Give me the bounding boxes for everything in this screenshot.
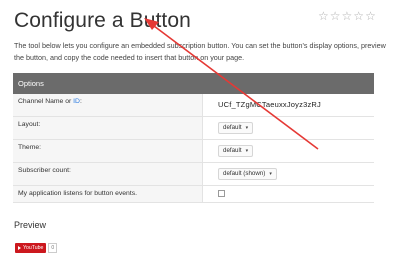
id-link[interactable]: ID xyxy=(73,98,80,105)
page-title: Configure a Button xyxy=(14,9,191,32)
button-events-checkbox[interactable] xyxy=(218,190,225,197)
layout-label: Layout: xyxy=(18,121,41,128)
layout-label-cell: Layout: xyxy=(13,117,203,139)
preview-heading: Preview xyxy=(14,220,47,230)
theme-label: Theme: xyxy=(18,144,42,151)
play-icon xyxy=(18,246,21,250)
channel-value-cell: UCf_TZgMCTaeuxxJoyz3zRJ xyxy=(203,94,374,116)
subscriber-count-row: Subscriber count: default (shown) ▾ xyxy=(13,163,374,186)
subscriber-count-label-cell: Subscriber count: xyxy=(13,163,203,185)
star-icon[interactable]: ☆ xyxy=(330,10,341,22)
subscriber-count-value-cell: default (shown) ▾ xyxy=(203,163,374,185)
layout-row: Layout: default ▾ xyxy=(13,117,374,140)
subscriber-count-label: Subscriber count: xyxy=(18,167,71,174)
channel-id-input[interactable]: UCf_TZgMCTaeuxxJoyz3zRJ xyxy=(218,100,321,109)
button-events-label: My application listens for button events… xyxy=(18,190,138,197)
layout-select-value: default xyxy=(223,124,242,131)
youtube-subscribe-widget: YouTube 0 xyxy=(15,243,58,253)
button-events-label-cell: My application listens for button events… xyxy=(13,186,203,202)
rating-stars[interactable]: ☆ ☆ ☆ ☆ ☆ xyxy=(318,10,376,22)
channel-label: Channel Name or ID: xyxy=(18,98,82,105)
star-icon[interactable]: ☆ xyxy=(318,10,329,22)
theme-label-cell: Theme: xyxy=(13,140,203,162)
theme-value-cell: default ▾ xyxy=(203,140,374,162)
chevron-down-icon: ▾ xyxy=(245,125,249,131)
chevron-down-icon: ▾ xyxy=(245,148,249,154)
theme-select[interactable]: default ▾ xyxy=(218,145,254,157)
button-events-value-cell xyxy=(203,186,374,202)
channel-label-cell: Channel Name or ID: xyxy=(13,94,203,116)
star-icon[interactable]: ☆ xyxy=(342,10,353,22)
layout-value-cell: default ▾ xyxy=(203,117,374,139)
button-events-row: My application listens for button events… xyxy=(13,186,374,203)
intro-text: The tool below lets you configure an emb… xyxy=(14,41,386,62)
channel-row: Channel Name or ID: UCf_TZgMCTaeuxxJoyz3… xyxy=(13,94,374,117)
chevron-down-icon: ▾ xyxy=(269,171,272,177)
layout-select[interactable]: default ▾ xyxy=(218,122,254,134)
theme-row: Theme: default ▾ xyxy=(13,140,374,163)
channel-label-suffix: : xyxy=(79,98,82,105)
youtube-button-label: YouTube xyxy=(23,245,44,251)
subscriber-count-select-value: default (shown) xyxy=(223,170,266,177)
star-icon[interactable]: ☆ xyxy=(353,10,364,22)
subscriber-count-select[interactable]: default (shown) ▾ xyxy=(218,168,277,180)
theme-select-value: default xyxy=(223,147,242,154)
subscriber-count-badge: 0 xyxy=(48,243,58,253)
options-header: Options xyxy=(13,73,374,94)
channel-label-prefix: Channel Name or xyxy=(18,98,74,105)
star-icon[interactable]: ☆ xyxy=(365,10,376,22)
youtube-subscribe-button[interactable]: YouTube xyxy=(15,243,47,253)
options-table: Options Channel Name or ID: UCf_TZgMCTae… xyxy=(13,73,374,203)
